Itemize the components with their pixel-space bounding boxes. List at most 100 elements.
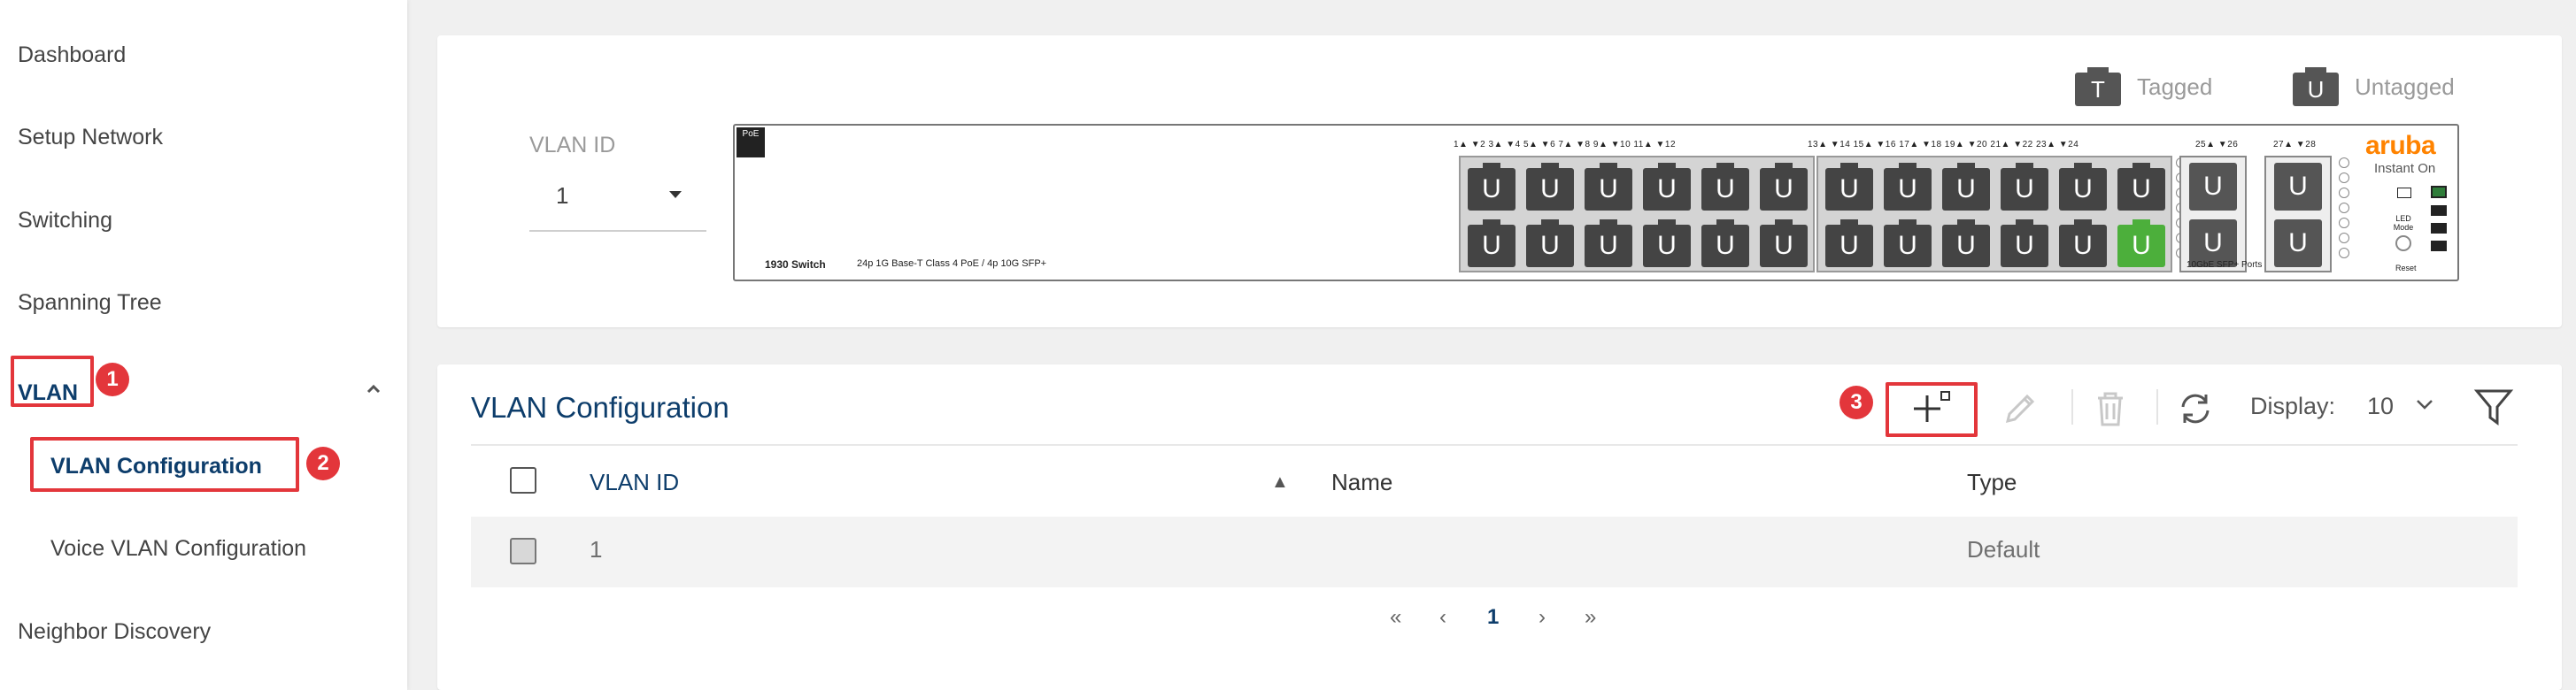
port-15[interactable]: U xyxy=(1884,163,1932,211)
tagged-port-icon: T xyxy=(2075,67,2121,106)
port-22[interactable]: U xyxy=(2059,219,2107,267)
cloud-icon xyxy=(2397,188,2411,198)
sort-ascending-icon[interactable]: ▲ xyxy=(1271,472,1289,493)
switch-model-label: 1930 Switch xyxy=(765,258,826,271)
caret-down-icon xyxy=(669,191,682,198)
filter-icon xyxy=(2473,389,2514,426)
legend-untagged-label: Untagged xyxy=(2355,73,2455,100)
aruba-logo: aruba xyxy=(2365,131,2436,160)
sidebar-item-voice-vlan-configuration[interactable]: Voice VLAN Configuration xyxy=(50,536,306,562)
vlan-id-label: VLAN ID xyxy=(529,133,616,157)
port-9[interactable]: U xyxy=(1701,163,1749,211)
pencil-icon xyxy=(2005,394,2035,424)
port-10[interactable]: U xyxy=(1701,219,1749,267)
power-led-icon xyxy=(2431,186,2447,198)
port-6[interactable]: U xyxy=(1585,219,1632,267)
step-badge-2: 2 xyxy=(306,447,340,480)
port-24[interactable]: U xyxy=(2117,219,2165,267)
page-size-select[interactable]: 10 xyxy=(2367,393,2394,420)
trash-icon xyxy=(2098,392,2123,426)
switch-faceplate: PoE 1930 Switch 24p 1G Base-T Class 4 Po… xyxy=(733,124,2459,281)
port-led-column-2 xyxy=(2339,157,2349,263)
port-1[interactable]: U xyxy=(1468,163,1516,211)
table-row[interactable]: 1 Default xyxy=(471,517,2518,587)
pager-prev[interactable]: ‹ xyxy=(1439,605,1446,630)
step-badge-3: 3 xyxy=(1839,386,1873,419)
port-18[interactable]: U xyxy=(1942,219,1990,267)
port-block-13-24: UUUUUUUUUUUU xyxy=(1816,156,2172,272)
filter-button[interactable] xyxy=(2473,386,2516,428)
sfp-block-25-26: UU xyxy=(2179,156,2247,272)
instant-on-label: Instant On xyxy=(2374,161,2436,176)
sfp-port-labels-25-26: 25▲ ▼26 xyxy=(2195,140,2239,150)
port-3[interactable]: U xyxy=(1526,163,1574,211)
column-header-name[interactable]: Name xyxy=(1331,469,1392,496)
port-12[interactable]: U xyxy=(1760,219,1808,267)
vlan-configuration-title: VLAN Configuration xyxy=(471,391,729,424)
port-21[interactable]: U xyxy=(2059,163,2107,211)
port-8[interactable]: U xyxy=(1643,219,1691,267)
refresh-button[interactable] xyxy=(2169,386,2222,432)
sidebar-item-vlan[interactable]: VLAN xyxy=(18,380,78,406)
legend-tagged: T Tagged xyxy=(2075,67,2212,106)
port-11[interactable]: U xyxy=(1760,163,1808,211)
sidebar-item-spanning-tree[interactable]: Spanning Tree xyxy=(18,290,162,316)
sfp-port-labels-27-28: 27▲ ▼28 xyxy=(2273,140,2317,150)
column-header-type[interactable]: Type xyxy=(1967,469,2017,496)
status-led-1 xyxy=(2431,205,2447,216)
port-7[interactable]: U xyxy=(1643,163,1691,211)
port-block-1-12: UUUUUUUUUUUU xyxy=(1459,156,1815,272)
pager-next[interactable]: › xyxy=(1539,605,1546,630)
sidebar-item-switching[interactable]: Switching xyxy=(18,208,112,234)
display-label: Display: xyxy=(2250,393,2336,419)
chevron-up-icon[interactable] xyxy=(363,379,384,400)
untagged-port-icon: U xyxy=(2293,67,2339,106)
port-numbers-group-2: 13▲ ▼14 15▲ ▼16 17▲ ▼18 19▲ ▼20 21▲ ▼22 … xyxy=(1808,140,2079,150)
sfp-port-27[interactable]: U xyxy=(2274,163,2322,211)
port-2[interactable]: U xyxy=(1468,219,1516,267)
status-led-2 xyxy=(2431,223,2447,234)
port-13[interactable]: U xyxy=(1825,163,1873,211)
sfp-block-27-28: UU xyxy=(2264,156,2332,272)
port-5[interactable]: U xyxy=(1585,163,1632,211)
sidebar-item-vlan-configuration[interactable]: VLAN Configuration xyxy=(50,454,262,479)
legend-tagged-label: Tagged xyxy=(2137,73,2213,100)
step-badge-1: 1 xyxy=(96,363,129,396)
reset-label: Reset xyxy=(2395,264,2417,272)
toolbar-separator xyxy=(2156,389,2158,425)
chevron-down-icon[interactable] xyxy=(2413,393,2436,421)
add-vlan-button[interactable] xyxy=(1905,386,1958,432)
poe-badge: PoE xyxy=(737,127,765,157)
select-all-checkbox[interactable] xyxy=(510,467,536,494)
sfp-port-28[interactable]: U xyxy=(2274,219,2322,267)
port-19[interactable]: U xyxy=(2001,163,2048,211)
pager-current-page[interactable]: 1 xyxy=(1487,605,1499,630)
port-4[interactable]: U xyxy=(1526,219,1574,267)
row-checkbox[interactable] xyxy=(510,538,536,564)
vlan-id-select[interactable]: 1 xyxy=(529,168,706,232)
pager-first[interactable]: « xyxy=(1390,605,1401,630)
sidebar-item-setup-network[interactable]: Setup Network xyxy=(18,125,163,150)
vlan-id-select-value: 1 xyxy=(556,182,569,209)
header-divider xyxy=(471,444,2518,446)
port-17[interactable]: U xyxy=(1942,163,1990,211)
edit-vlan-button[interactable] xyxy=(1994,386,2047,432)
status-led-3 xyxy=(2431,241,2447,251)
switch-description: 24p 1G Base-T Class 4 PoE / 4p 10G SFP+ xyxy=(857,258,1047,269)
legend-untagged: U Untagged xyxy=(2293,67,2455,106)
sfp-port-25[interactable]: U xyxy=(2189,163,2237,211)
delete-vlan-button[interactable] xyxy=(2084,386,2137,432)
cell-vlan-id: 1 xyxy=(590,536,603,563)
cell-type: Default xyxy=(1967,536,2040,563)
pager-last[interactable]: » xyxy=(1585,605,1596,630)
port-16[interactable]: U xyxy=(1884,219,1932,267)
column-header-vlan-id[interactable]: VLAN ID xyxy=(590,469,679,496)
vlan-configuration-card: VLAN Configuration 3 Display: 10 VLAN ID… xyxy=(437,364,2562,690)
add-icon xyxy=(1914,391,1950,422)
sidebar-item-neighbor-discovery[interactable]: Neighbor Discovery xyxy=(18,619,211,645)
sidebar: Dashboard Setup Network Switching Spanni… xyxy=(0,0,407,690)
port-14[interactable]: U xyxy=(1825,219,1873,267)
sidebar-item-dashboard[interactable]: Dashboard xyxy=(18,42,126,68)
port-20[interactable]: U xyxy=(2001,219,2048,267)
port-23[interactable]: U xyxy=(2117,163,2165,211)
